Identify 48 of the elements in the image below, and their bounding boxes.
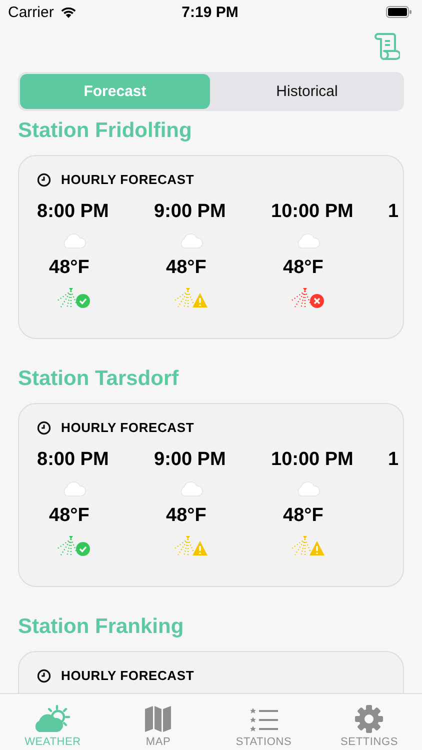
hour-time: 9:00 PM	[154, 201, 226, 224]
hour-time: 9:00 PM	[154, 449, 226, 472]
carrier-name: Carrier	[8, 4, 54, 20]
temperature: 48°F	[283, 505, 324, 527]
section-title: HOURLY FORECAST	[61, 668, 194, 683]
hour-time: 8:00 PM	[37, 201, 109, 224]
tab-bar-item[interactable]: MAP	[106, 694, 211, 750]
station-title: Station Franking	[18, 615, 185, 640]
segment-tab[interactable]: Forecast	[20, 74, 210, 109]
map-icon	[144, 705, 172, 733]
hour-time: 10:00 PM	[271, 201, 354, 224]
cloud-sun-icon	[32, 705, 73, 733]
cloud-icon	[61, 481, 87, 497]
temperature: 48°F	[166, 257, 206, 279]
hour-time: 10:00 PM	[271, 449, 354, 472]
section-title: HOURLY FORECAST	[61, 420, 194, 435]
station-title: Station Tarsdorf	[18, 367, 180, 392]
temperature: 48°F	[283, 257, 324, 279]
cloud-icon	[178, 233, 204, 249]
clock-icon	[37, 172, 51, 186]
hour-time: 1	[388, 201, 399, 224]
cloud-icon	[295, 233, 321, 249]
sprinkler-icon	[172, 535, 208, 557]
cloud-icon	[295, 481, 321, 497]
sprinkler-icon	[172, 287, 208, 309]
hour-time: 8:00 PM	[37, 449, 109, 472]
cloud-icon	[178, 481, 204, 497]
battery-icon	[386, 6, 412, 18]
tab-bar-item[interactable]: SETTINGS	[316, 694, 422, 750]
sprinkler-icon	[55, 287, 91, 309]
sprinkler-icon	[289, 535, 325, 557]
temperature: 48°F	[49, 257, 90, 279]
temperature: 48°F	[49, 505, 90, 527]
station-title: Station Fridolfing	[18, 119, 193, 144]
clock-icon	[37, 668, 51, 682]
wifi-icon	[60, 6, 77, 18]
sprinkler-icon	[289, 287, 325, 309]
sprinkler-icon	[55, 535, 91, 557]
tab-bar-item[interactable]: STATIONS	[211, 694, 316, 750]
cloud-icon	[61, 233, 87, 249]
section-title: HOURLY FORECAST	[61, 172, 194, 187]
temperature: 48°F	[166, 505, 206, 527]
tab-bar-item[interactable]: WEATHER	[0, 694, 106, 750]
hour-time: 1	[388, 449, 399, 472]
segment-tab[interactable]: Historical	[212, 74, 402, 109]
scroll-icon[interactable]	[374, 32, 400, 60]
clock-icon	[37, 420, 51, 434]
clock-time: 7:19 PM	[182, 4, 238, 20]
